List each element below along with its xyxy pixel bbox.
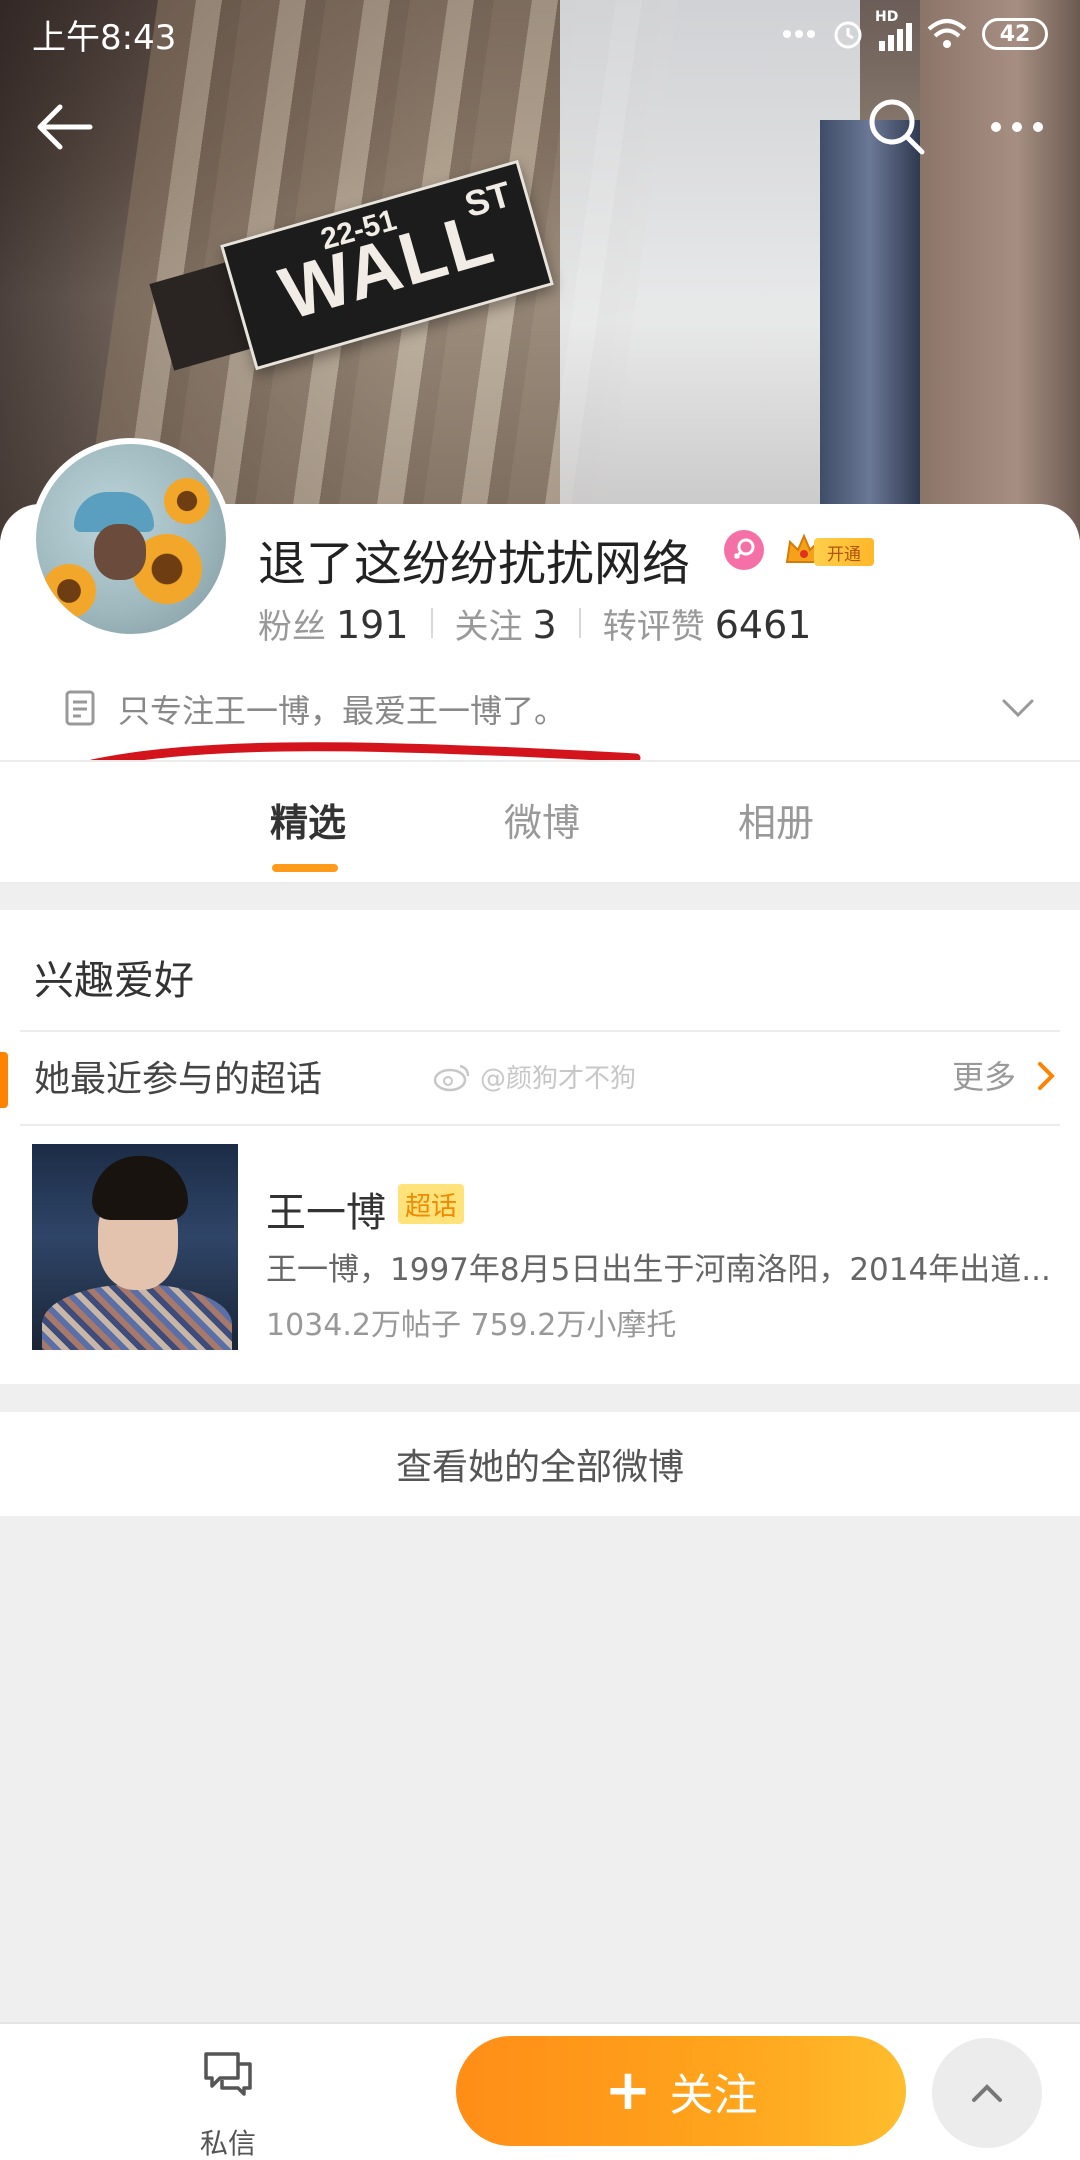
vip-open-label: 开通 bbox=[814, 538, 874, 566]
message-label: 私信 bbox=[199, 2127, 256, 2160]
status-time: 上午8:43 bbox=[32, 17, 177, 58]
stat-label: 关注 bbox=[454, 606, 523, 647]
status-bar: 上午8:43 HD 42 bbox=[0, 0, 1080, 68]
topic-name: 王一博 bbox=[266, 1190, 386, 1236]
watermark-text: @颜狗才不狗 bbox=[480, 1064, 637, 1094]
thumb-jacket bbox=[42, 1284, 232, 1350]
alarm-icon bbox=[834, 21, 862, 49]
bio-document-icon bbox=[65, 690, 95, 726]
stat-value: 191 bbox=[336, 602, 409, 647]
watermark: @颜狗才不狗 bbox=[432, 1058, 636, 1095]
bottom-action-bar: 私信 + 关注 bbox=[0, 2022, 1080, 2160]
chevron-down-icon[interactable] bbox=[996, 688, 1040, 728]
dots-icon bbox=[783, 30, 815, 38]
more-icon bbox=[991, 122, 1043, 132]
thumb-hair bbox=[92, 1156, 188, 1220]
topic-thumbnail bbox=[32, 1144, 238, 1350]
bio-row[interactable]: 只专注王一博，最爱王一博了。 bbox=[0, 670, 1080, 744]
scroll-to-top-button[interactable] bbox=[932, 2038, 1042, 2148]
divider bbox=[20, 1124, 1060, 1126]
profile-username: 退了这纷纷扰扰网络 bbox=[258, 536, 691, 592]
search-icon bbox=[869, 99, 925, 155]
search-button[interactable] bbox=[860, 90, 934, 164]
view-all-weibo-button[interactable]: 查看她的全部微博 bbox=[0, 1412, 1080, 1516]
chevron-right-icon[interactable] bbox=[1034, 1058, 1060, 1094]
interests-title: 兴趣爱好 bbox=[34, 958, 194, 1004]
accent-bar bbox=[0, 1052, 8, 1108]
avatar[interactable] bbox=[30, 438, 232, 640]
cover-building-far-right bbox=[920, 0, 1080, 540]
weibo-logo-icon bbox=[433, 1064, 470, 1091]
follow-button[interactable]: + 关注 bbox=[456, 2036, 906, 2146]
vip-badge[interactable]: 开通 bbox=[784, 532, 876, 568]
avatar-sunflower bbox=[164, 478, 210, 524]
cover-building-right bbox=[820, 120, 920, 540]
super-topic-item[interactable]: 王一博 超话 王一博，1997年8月5日出生于河南洛阳，2014年出道... 1… bbox=[0, 1136, 1080, 1356]
tab-album[interactable]: 相册 bbox=[738, 792, 814, 847]
signal-label: HD bbox=[875, 9, 899, 25]
interests-card: 兴趣爱好 她最近参与的超话 @颜狗才不狗 更多 王一博 超话 王一博，1997年… bbox=[0, 910, 1080, 1384]
plus-icon: + bbox=[604, 2058, 652, 2123]
message-icon bbox=[204, 2052, 252, 2096]
follow-label: 关注 bbox=[669, 2070, 758, 2121]
stat-value: 3 bbox=[532, 602, 557, 647]
tab-weibo[interactable]: 微博 bbox=[504, 792, 580, 847]
more-options-button[interactable] bbox=[980, 90, 1054, 164]
active-tab-indicator bbox=[272, 864, 338, 872]
top-navigation bbox=[0, 90, 1080, 164]
stat-value: 6461 bbox=[714, 602, 812, 647]
topic-description: 王一博，1997年8月5日出生于河南洛阳，2014年出道... bbox=[266, 1252, 1051, 1288]
sign-suffix: ST bbox=[459, 173, 516, 226]
female-gender-icon bbox=[724, 530, 764, 570]
stat-divider bbox=[430, 608, 433, 638]
topic-stats: 1034.2万帖子 759.2万小摩托 bbox=[266, 1308, 677, 1343]
stat-following[interactable]: 关注 3 bbox=[455, 599, 557, 648]
chevron-up-icon bbox=[972, 2084, 1002, 2102]
signal-icon: HD bbox=[875, 9, 912, 51]
wifi-icon bbox=[927, 19, 967, 48]
super-topic-title: 她最近参与的超话 bbox=[34, 1059, 323, 1100]
back-arrow-icon bbox=[37, 104, 93, 150]
status-icons: HD 42 bbox=[781, 9, 1048, 51]
more-link[interactable]: 更多 bbox=[952, 1052, 1016, 1098]
super-topic-badge: 超话 bbox=[398, 1184, 464, 1224]
super-topic-header: 她最近参与的超话 @颜狗才不狗 更多 bbox=[0, 1030, 1080, 1124]
battery-indicator: 42 bbox=[982, 18, 1048, 50]
divider bbox=[0, 882, 1080, 884]
message-button[interactable]: 私信 bbox=[170, 2034, 290, 2160]
profile-stats: 粉丝 191 关注 3 转评赞 6461 bbox=[258, 598, 811, 648]
back-button[interactable] bbox=[28, 90, 102, 164]
cover-sky bbox=[560, 0, 860, 540]
stat-engagement: 转评赞 6461 bbox=[603, 599, 812, 648]
avatar-face bbox=[94, 524, 146, 580]
stat-label: 粉丝 bbox=[258, 606, 326, 647]
stat-followers[interactable]: 粉丝 191 bbox=[258, 599, 409, 648]
profile-tabs: 精选 微博 相册 bbox=[0, 762, 1080, 882]
bio-text: 只专注王一博，最爱王一博了。 bbox=[118, 692, 567, 730]
stat-divider bbox=[578, 608, 581, 638]
stat-label: 转评赞 bbox=[602, 606, 705, 647]
avatar-sunflower bbox=[42, 564, 96, 618]
tab-featured[interactable]: 精选 bbox=[270, 792, 346, 847]
